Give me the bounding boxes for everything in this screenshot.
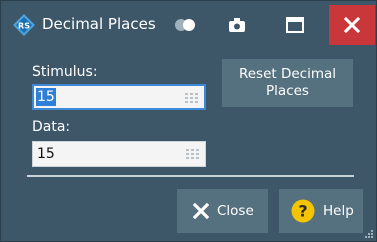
data-label: Data: bbox=[32, 119, 71, 135]
close-icon bbox=[344, 17, 360, 33]
reset-decimal-places-button[interactable]: Reset Decimal Places bbox=[222, 59, 353, 107]
toggle-button[interactable] bbox=[167, 9, 205, 41]
keypad-icon[interactable] bbox=[185, 93, 199, 103]
close-button-label: Close bbox=[217, 203, 254, 219]
title-bar[interactable]: RS Decimal Places bbox=[1, 1, 376, 48]
stimulus-input[interactable]: 15 bbox=[32, 84, 206, 110]
rs-logo-icon: RS bbox=[13, 14, 35, 36]
footer-divider bbox=[27, 175, 354, 177]
screenshot-button[interactable] bbox=[222, 9, 252, 41]
keypad-icon[interactable] bbox=[186, 149, 200, 159]
help-button[interactable]: ? Help bbox=[279, 189, 363, 233]
resize-grip-icon[interactable] bbox=[365, 230, 373, 238]
camera-icon bbox=[229, 18, 245, 32]
window-close-button[interactable] bbox=[329, 5, 375, 45]
svg-text:RS: RS bbox=[18, 22, 30, 31]
close-icon bbox=[193, 203, 209, 219]
maximize-button[interactable] bbox=[271, 9, 319, 41]
data-input[interactable]: 15 bbox=[32, 141, 206, 167]
question-icon: ? bbox=[291, 199, 315, 223]
svg-text:?: ? bbox=[298, 202, 307, 221]
stimulus-label: Stimulus: bbox=[32, 64, 98, 80]
decimal-places-dialog: RS Decimal Places Stimulus: 15 Data: 15 … bbox=[0, 0, 377, 242]
help-button-label: Help bbox=[323, 203, 354, 219]
stimulus-value: 15 bbox=[36, 88, 56, 106]
close-button[interactable]: Close bbox=[177, 189, 268, 233]
window-title: Decimal Places bbox=[42, 15, 156, 33]
maximize-icon bbox=[286, 17, 304, 33]
data-value: 15 bbox=[37, 146, 55, 162]
toggle-icon bbox=[175, 19, 195, 31]
